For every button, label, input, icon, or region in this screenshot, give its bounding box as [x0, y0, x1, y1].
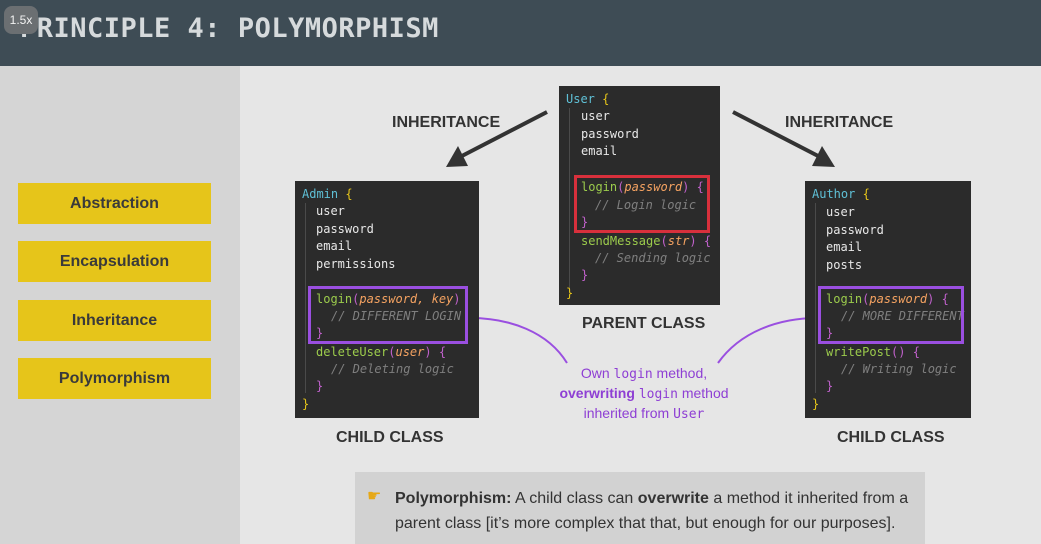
method-name: writePost — [826, 345, 892, 359]
sidebar-item-inheritance[interactable]: Inheritance — [18, 300, 211, 341]
brace: { — [345, 187, 353, 201]
definition-text: Polymorphism: A child class can overwrit… — [395, 490, 909, 532]
admin-login-highlight — [308, 286, 468, 344]
method-open: ) { — [424, 345, 447, 359]
property: password — [316, 222, 374, 236]
author-login-highlight — [818, 286, 964, 344]
method-name: deleteUser — [316, 345, 389, 359]
pointing-hand-icon: ☛ — [367, 488, 382, 505]
property: email — [581, 144, 618, 158]
definition-term: Polymorphism: — [395, 490, 512, 507]
override-arrow-right — [717, 312, 822, 364]
method-open: ) { — [689, 234, 712, 248]
method-args: str — [667, 234, 690, 248]
sidebar: Abstraction Encapsulation Inheritance Po… — [0, 66, 240, 544]
code-login: login — [638, 387, 678, 402]
property: posts — [826, 258, 863, 272]
override-arrow-left — [466, 312, 568, 364]
brace: } — [566, 286, 574, 300]
note-bold-overwriting: overwriting — [559, 385, 635, 401]
code-login: login — [613, 367, 653, 382]
inheritance-label-right: INHERITANCE — [785, 114, 894, 131]
indent-guide — [305, 203, 306, 393]
comment: // Sending logic — [595, 251, 711, 265]
class-name: Admin — [302, 187, 339, 201]
brace: } — [302, 397, 310, 411]
comment: // Deleting logic — [331, 362, 454, 376]
property: email — [316, 239, 353, 253]
child-class-label-left: CHILD CLASS — [336, 429, 444, 446]
inheritance-label-left: INHERITANCE — [392, 114, 501, 131]
sidebar-item-encapsulation[interactable]: Encapsulation — [18, 241, 211, 282]
property: user — [316, 204, 345, 218]
property: permissions — [316, 257, 396, 271]
class-name: User — [566, 92, 595, 106]
property: password — [581, 127, 639, 141]
method-open: () { — [891, 345, 920, 359]
brace: } — [812, 397, 820, 411]
child-class-label-right: CHILD CLASS — [837, 429, 945, 446]
login-method-highlight — [574, 175, 710, 233]
class-name: Author — [812, 187, 856, 201]
method-args: user — [395, 345, 425, 359]
inheritance-arrowhead-left — [446, 146, 468, 167]
inheritance-arrowhead-right — [812, 146, 835, 167]
sidebar-item-polymorphism[interactable]: Polymorphism — [18, 358, 211, 399]
property: user — [581, 109, 610, 123]
override-note: Own login method, overwriting login meth… — [559, 365, 729, 422]
slide-header: PRINCIPLE 4: POLYMORPHISM 1.5x — [0, 0, 1041, 66]
sidebar-item-abstraction[interactable]: Abstraction — [18, 183, 211, 224]
method-name: sendMessage — [581, 234, 661, 248]
property: user — [826, 205, 855, 219]
property: password — [826, 223, 884, 237]
property: email — [826, 240, 863, 254]
playback-speed-badge[interactable]: 1.5x — [4, 6, 38, 34]
definition-bold: overwrite — [637, 490, 709, 507]
code-user: User — [673, 407, 705, 422]
definition-box: ☛ Polymorphism: A child class can overwr… — [355, 472, 925, 544]
brace: { — [602, 92, 610, 106]
slide-title: PRINCIPLE 4: POLYMORPHISM — [20, 13, 439, 44]
comment: // Writing logic — [841, 362, 957, 376]
indent-guide — [569, 108, 570, 292]
brace: { — [862, 187, 870, 201]
parent-class-label: PARENT CLASS — [582, 315, 706, 332]
indent-guide — [815, 203, 816, 393]
